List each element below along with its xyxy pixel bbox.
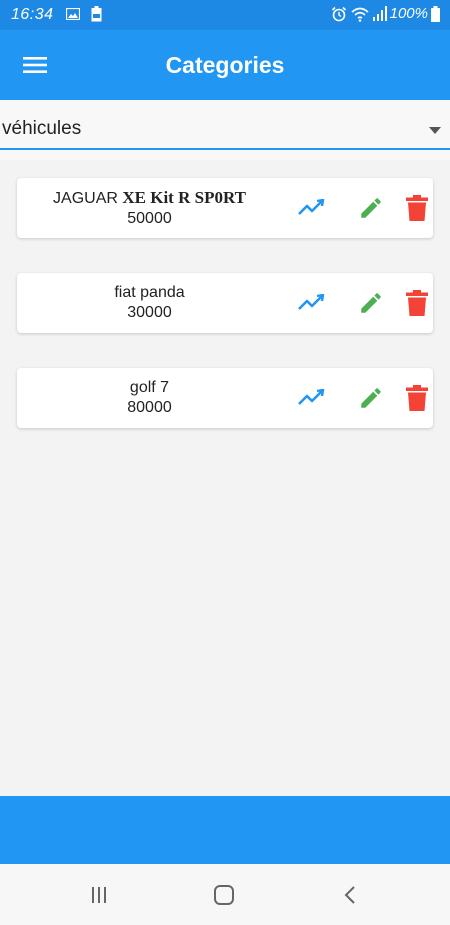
status-time: 16:34 — [11, 6, 54, 23]
item-text: JAGUAR XE Kit R SP0RT 50000 — [17, 188, 282, 229]
bottom-app-bar — [0, 796, 450, 864]
trending-up-icon — [298, 199, 325, 215]
battery-icon — [431, 5, 440, 22]
home-button[interactable] — [211, 884, 237, 906]
back-button[interactable] — [337, 884, 363, 906]
back-icon — [344, 886, 355, 904]
trash-icon — [406, 385, 428, 411]
image-icon — [66, 8, 80, 20]
category-dropdown-value: véhicules — [2, 118, 82, 139]
battery-saver-icon — [91, 6, 102, 22]
battery-percent: 100% — [389, 5, 428, 22]
item-card: JAGUAR XE Kit R SP0RT 50000 — [17, 178, 433, 238]
delete-button[interactable] — [404, 193, 430, 223]
item-value: 80000 — [127, 399, 172, 416]
dropdown-underline — [0, 148, 450, 150]
pencil-icon — [361, 198, 381, 218]
delete-button[interactable] — [404, 288, 430, 318]
trash-icon — [406, 195, 428, 221]
edit-button[interactable] — [357, 289, 385, 317]
item-name: JAGUAR XE Kit R SP0RT — [17, 188, 282, 209]
item-name-bold: XE Kit R SP0RT — [122, 188, 246, 207]
item-name: golf 7 — [129, 379, 170, 396]
wifi-icon — [351, 7, 369, 22]
status-icons: 100% — [331, 5, 440, 22]
edit-button[interactable] — [357, 384, 385, 412]
trend-button[interactable] — [297, 384, 327, 412]
item-value: 50000 — [127, 210, 172, 227]
alarm-icon — [331, 6, 346, 21]
trash-icon — [406, 290, 428, 316]
edit-button[interactable] — [357, 194, 385, 222]
page-title: Categories — [165, 52, 285, 78]
home-icon — [214, 885, 234, 905]
item-name-plain: JAGUAR — [53, 190, 123, 207]
item-value: 30000 — [127, 304, 172, 321]
pencil-icon — [361, 293, 381, 313]
trending-up-icon — [298, 294, 325, 310]
signal-icon — [372, 5, 387, 21]
trending-up-icon — [298, 389, 325, 405]
dropdown-arrow-icon — [429, 127, 441, 134]
trend-button[interactable] — [297, 194, 327, 222]
item-text: golf 7 80000 — [17, 378, 282, 418]
trend-button[interactable] — [297, 289, 327, 317]
item-card: golf 7 80000 — [17, 368, 433, 428]
pencil-icon — [361, 388, 381, 408]
system-nav-bar — [0, 864, 450, 925]
recents-icon — [92, 887, 106, 903]
recents-button[interactable] — [86, 884, 112, 906]
item-text: fiat panda 30000 — [17, 283, 282, 323]
delete-button[interactable] — [404, 383, 430, 413]
item-card: fiat panda 30000 — [17, 273, 433, 333]
status-bar: 16:34 100% — [0, 0, 450, 30]
app-bar: Categories — [0, 30, 450, 100]
category-dropdown[interactable]: véhicules — [0, 100, 450, 160]
item-name: fiat panda — [114, 284, 185, 301]
